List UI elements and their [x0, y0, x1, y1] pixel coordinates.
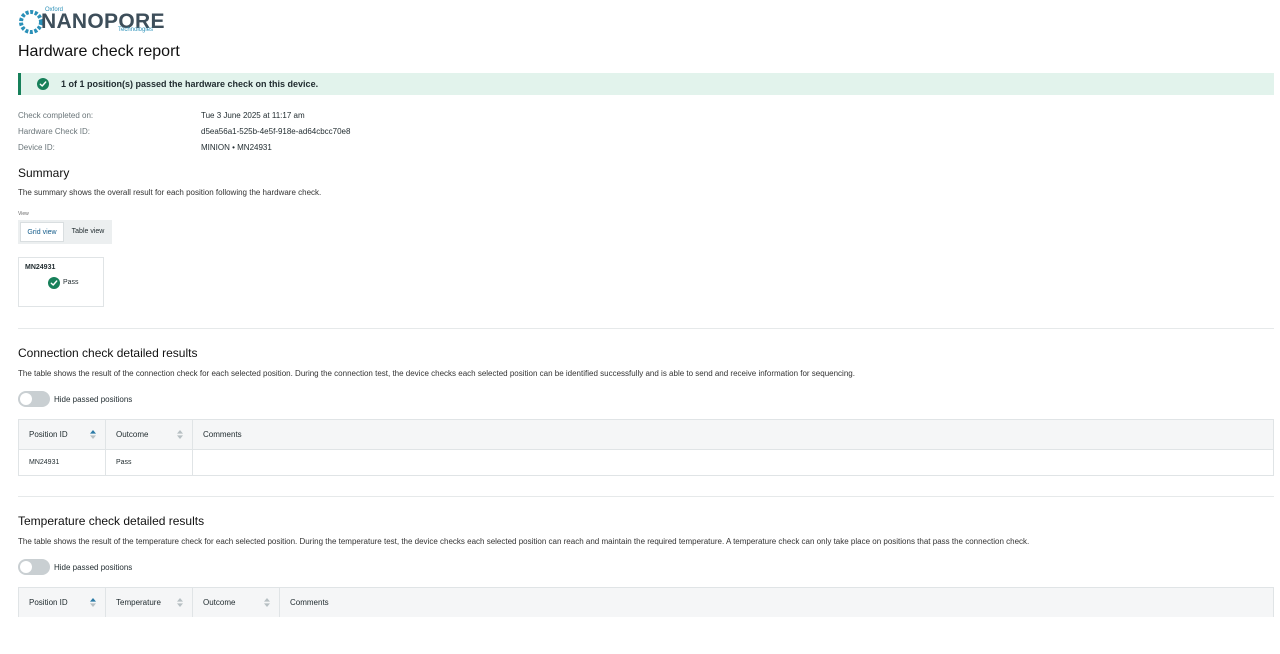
meta-value: Tue 3 June 2025 at 11:17 am [201, 111, 305, 120]
table-header: Position ID Outcome Comments [19, 420, 1273, 449]
temperature-results-table: Position ID Temperature Outcome Comments [18, 587, 1274, 617]
column-header-comments: Comments [193, 420, 1273, 449]
temperature-section-title: Temperature check detailed results [18, 514, 205, 528]
meta-label: Device ID: [18, 143, 55, 152]
column-header-label: Comments [203, 430, 242, 439]
connection-results-table: Position ID Outcome Comments MN24931 Pas… [18, 419, 1274, 476]
column-header-label: Position ID [29, 430, 68, 439]
sort-icon [177, 430, 183, 439]
temperature-section-description: The table shows the result of the temper… [18, 537, 1030, 546]
check-circle-icon [37, 78, 49, 90]
position-card: MN24931 Pass [18, 257, 104, 307]
column-header-temperature[interactable]: Temperature [106, 588, 193, 617]
column-header-label: Position ID [29, 598, 68, 607]
meta-label: Hardware Check ID: [18, 127, 91, 136]
hide-passed-toggle[interactable] [18, 559, 50, 575]
toggle-knob [20, 393, 32, 405]
column-header-outcome[interactable]: Outcome [106, 420, 193, 449]
sort-icon [264, 598, 270, 607]
meta-value: MINION • MN24931 [201, 143, 272, 152]
column-header-label: Outcome [203, 598, 236, 607]
cell-outcome: Pass [106, 450, 193, 475]
sort-icon [90, 430, 96, 439]
grid-view-button[interactable]: Grid view [20, 222, 64, 242]
sort-icon [177, 598, 183, 607]
hide-passed-label: Hide passed positions [54, 563, 133, 572]
sort-icon [90, 598, 96, 607]
section-divider [18, 328, 1274, 329]
nanopore-logo: Oxford NANOPORE Technologies [18, 7, 168, 37]
column-header-label: Comments [290, 598, 329, 607]
table-row: MN24931 Pass [19, 449, 1273, 475]
meta-value: d5ea56a1-525b-4e5f-918e-ad64cbcc70e8 [201, 127, 351, 136]
table-view-button[interactable]: Table view [66, 222, 110, 242]
toggle-knob [20, 561, 32, 573]
summary-title: Summary [18, 166, 70, 180]
success-banner: 1 of 1 position(s) passed the hardware c… [18, 73, 1274, 95]
connection-section-title: Connection check detailed results [18, 346, 198, 360]
meta-label: Check completed on: [18, 111, 94, 120]
check-circle-icon [48, 277, 60, 289]
view-label: View [18, 211, 29, 217]
position-card-name: MN24931 [25, 264, 56, 271]
logo-technologies-text: Technologies [118, 27, 154, 33]
column-header-label: Outcome [116, 430, 149, 439]
hide-passed-label: Hide passed positions [54, 395, 133, 404]
summary-description: The summary shows the overall result for… [18, 188, 322, 197]
banner-text: 1 of 1 position(s) passed the hardware c… [61, 79, 319, 89]
column-header-outcome[interactable]: Outcome [193, 588, 280, 617]
view-toggle: Grid view Table view [18, 220, 112, 244]
column-header-position-id[interactable]: Position ID [19, 420, 106, 449]
table-header: Position ID Temperature Outcome Comments [19, 588, 1273, 617]
column-header-position-id[interactable]: Position ID [19, 588, 106, 617]
position-card-status: Pass [63, 279, 79, 286]
hide-passed-toggle[interactable] [18, 391, 50, 407]
cell-position-id: MN24931 [19, 450, 106, 475]
column-header-comments: Comments [280, 588, 1273, 617]
page-title: Hardware check report [18, 43, 180, 60]
section-divider [18, 496, 1274, 497]
cell-comments [193, 450, 1273, 475]
connection-section-description: The table shows the result of the connec… [18, 369, 855, 378]
column-header-label: Temperature [116, 598, 161, 607]
